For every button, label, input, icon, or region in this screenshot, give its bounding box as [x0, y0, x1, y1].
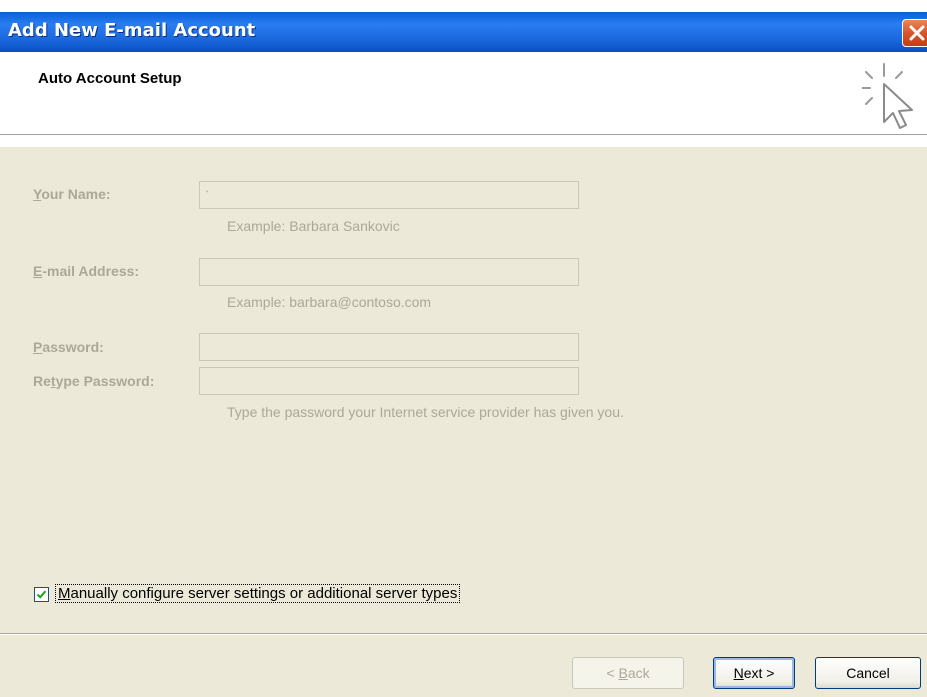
- your-name-hint: Example: Barbara Sankovic: [227, 218, 400, 234]
- your-name-input[interactable]: [199, 181, 579, 209]
- title-bar[interactable]: Add New E-mail Account: [0, 12, 927, 52]
- footer-divider: [0, 633, 927, 635]
- email-address-input[interactable]: [199, 258, 579, 286]
- manual-config-label[interactable]: Manually configure server settings or ad…: [55, 584, 461, 603]
- email-address-hint: Example: barbara@contoso.com: [227, 294, 432, 310]
- manual-config-checkbox[interactable]: [34, 587, 49, 602]
- password-label: Password:: [33, 339, 104, 355]
- cursor-sparkle-icon: [862, 63, 913, 129]
- your-name-label: Your Name:: [33, 186, 111, 202]
- password-hint: Type the password your Internet service …: [227, 404, 624, 420]
- wizard-body: [0, 147, 927, 697]
- close-button[interactable]: [902, 19, 927, 47]
- next-button[interactable]: Next >: [713, 657, 795, 689]
- cancel-button[interactable]: Cancel: [815, 657, 921, 689]
- window-title: Add New E-mail Account: [8, 20, 256, 41]
- retype-password-input[interactable]: [199, 367, 579, 395]
- back-button[interactable]: < Back: [572, 657, 684, 689]
- retype-password-label: Retype Password:: [33, 373, 155, 389]
- close-icon: [909, 25, 925, 41]
- wizard-header: Auto Account Setup: [0, 52, 927, 135]
- window-top-edge: [0, 0, 927, 12]
- email-address-label: E-mail Address:: [33, 263, 140, 279]
- password-input[interactable]: [199, 333, 579, 361]
- page-title: Auto Account Setup: [38, 70, 182, 87]
- checkmark-icon: [36, 590, 47, 599]
